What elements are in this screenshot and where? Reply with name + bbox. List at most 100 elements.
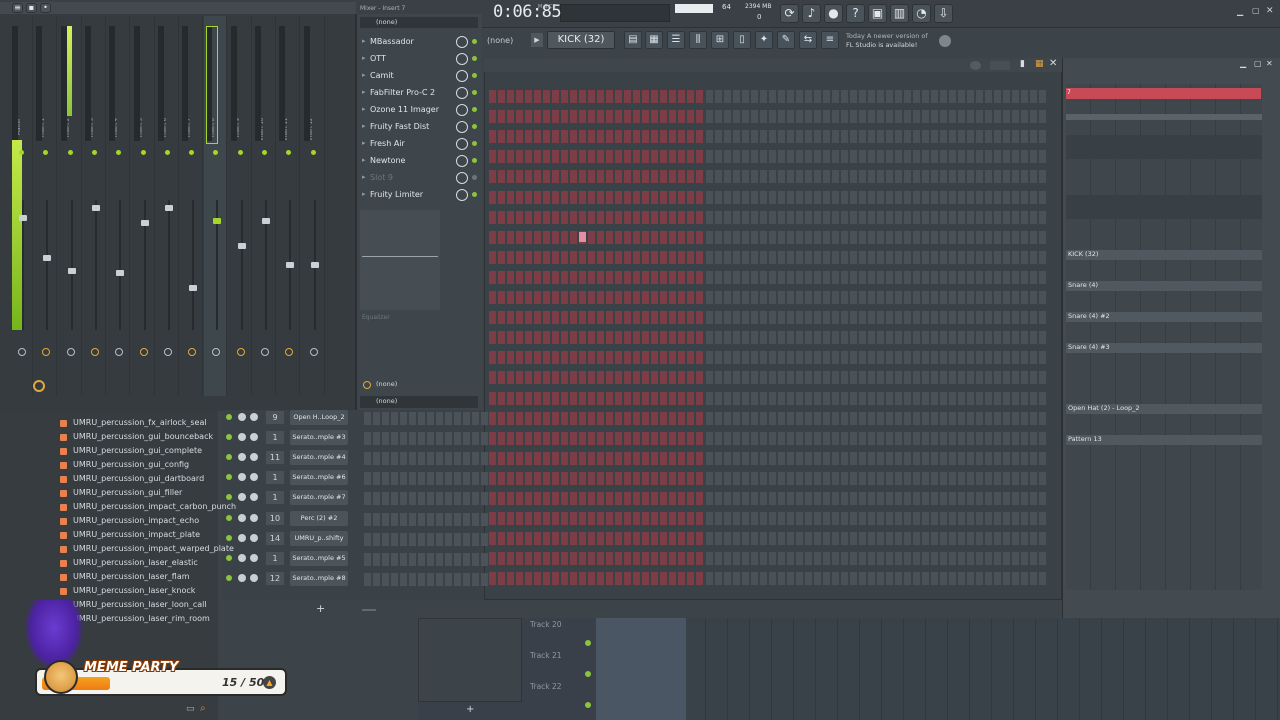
volume-fader[interactable] [116,270,125,276]
step-sequence[interactable] [489,150,705,164]
effect-slot[interactable]: ▸ Fruity Fast Dist [360,119,480,135]
effect-slot[interactable]: ▸ Fruity Limiter [360,187,480,203]
mix-knob-icon[interactable] [456,70,468,82]
mix-knob-icon[interactable] [456,189,468,201]
channel-volume-knob[interactable] [238,493,246,502]
strip-enable-led[interactable] [164,150,170,155]
effect-slot[interactable]: ▸ Ozone 11 Imager [360,102,480,118]
channel-pan-knob[interactable] [250,553,258,562]
step-sequence-left[interactable] [364,492,489,506]
browser-item[interactable]: UMRU_percussion_gui_complete [60,445,218,459]
brush-icon[interactable]: ✎ [777,31,795,49]
pin-icon[interactable]: • [40,3,51,13]
playlist-clip[interactable]: Pattern 13 [1066,435,1262,445]
close-icon[interactable]: ✕ [1049,58,1057,69]
step-sequence[interactable] [489,190,705,204]
step-sequence-empty[interactable] [706,411,1046,425]
channel-volume-knob[interactable] [238,413,246,421]
refresh-icon[interactable]: ⟳ [780,4,799,23]
plugin-picker-icon[interactable]: ⊞ [711,31,729,49]
track-enable-led[interactable] [585,671,591,677]
browser-item[interactable]: UMRU_percussion_gui_dartboard [60,473,218,487]
browser-item[interactable]: UMRU_percussion_laser_elastic [60,557,218,571]
link-icon[interactable]: ⇆ [799,31,817,49]
search-icon[interactable]: ⌕ [200,703,206,714]
channel-row[interactable]: 1 Serato..mple #3 [226,430,354,446]
note-icon[interactable]: ≡ [821,31,839,49]
step-sequence[interactable] [489,391,705,405]
pan-knob[interactable] [236,348,245,356]
step-sequence[interactable] [489,311,705,325]
channel-mute-led[interactable] [226,514,232,521]
mixer-icon[interactable]: ▥ [890,4,909,23]
channel-volume-knob[interactable] [238,433,246,442]
step-sequence-empty[interactable] [706,552,1046,566]
playlist-clip[interactable]: Snare (4) #3 [1066,343,1262,353]
step-sequence-empty[interactable] [706,351,1046,365]
step-sequence[interactable] [489,331,705,345]
effect-slot[interactable]: ▸ Slot 9 [360,170,480,186]
plugin-icon[interactable]: ✦ [755,31,773,49]
effect-slot[interactable]: ▸ OTT [360,51,480,67]
metronome-icon[interactable]: ♪ [802,4,821,23]
channel-mixer-route[interactable]: 11 [266,451,284,465]
channel-name-button[interactable]: Serato..mple #5 [290,550,348,566]
pan-knob[interactable] [139,348,148,356]
volume-fader[interactable] [286,262,295,268]
volume-fader[interactable] [164,205,173,211]
step-sequence-left[interactable] [364,512,489,526]
save-icon[interactable]: ▣ [868,4,887,23]
mix-knob-icon[interactable] [456,36,468,48]
step-sequence[interactable] [489,110,705,124]
channel-name-button[interactable]: Serato..mple #3 [290,430,348,446]
pan-knob[interactable] [90,348,99,356]
play-arrow-icon[interactable]: ▶ [531,33,543,47]
download-icon[interactable]: ⇩ [934,4,953,23]
channel-row[interactable]: 1 Serato..mple #6 [226,470,354,486]
effect-slot[interactable]: ▸ Newtone [360,153,480,169]
step-sequence-empty[interactable] [706,250,1046,264]
volume-fader[interactable] [189,285,198,291]
strip-enable-led[interactable] [19,150,24,155]
slot-enable-led[interactable] [472,73,477,78]
active-step[interactable] [579,232,586,242]
chevron-right-icon[interactable]: ▸ [362,139,366,147]
channel-row[interactable]: 9 Open H..Loop_2 [226,410,354,426]
strip-enable-led[interactable] [237,150,243,155]
channel-mute-led[interactable] [226,494,232,501]
pan-knob[interactable] [66,348,75,356]
step-sequence-left[interactable] [364,552,489,566]
help-icon[interactable]: ? [846,4,865,23]
step-sequence-empty[interactable] [706,230,1046,244]
step-sequence[interactable] [489,512,705,526]
channel-row[interactable]: 10 Perc (2) #2 [226,510,354,527]
browser-item[interactable]: UMRU_percussion_impact_warped_plate [60,543,234,557]
strip-enable-led[interactable] [310,150,316,155]
browser-item[interactable]: UMRU_percussion_gui_config [60,459,218,473]
channel-pan-knob[interactable] [250,473,258,482]
playlist-grid[interactable] [1066,84,1262,590]
volume-fader[interactable] [91,205,100,211]
step-sequence-left[interactable] [364,412,489,425]
minimize-icon[interactable]: ▁ [1237,7,1243,16]
slot-enable-led[interactable] [472,107,477,112]
mix-knob-icon[interactable] [456,53,468,65]
step-sequence[interactable] [489,90,705,103]
track-label[interactable]: Track 21 [530,651,562,660]
channel-row[interactable]: 12 Serato..mple #8 [226,570,354,587]
slot-enable-led[interactable] [472,192,477,197]
channel-row[interactable]: 1 Serato..mple #5 [226,550,354,567]
channel-filter-select[interactable] [990,61,1010,70]
scroll-handle[interactable] [362,609,376,611]
insert-input-select[interactable]: (none) [360,17,478,28]
step-sequence[interactable] [489,492,705,505]
volume-fader[interactable] [310,262,319,268]
slot-enable-led[interactable] [472,90,477,95]
channel-volume-knob[interactable] [238,573,246,582]
channel-name-button[interactable]: Open H..Loop_2 [290,410,348,425]
graph-icon[interactable]: ▮ [1020,59,1025,69]
chevron-right-icon[interactable]: ▸ [362,173,366,181]
channel-mixer-route[interactable]: 1 [266,431,284,445]
channel-mute-led[interactable] [226,414,232,420]
track-label[interactable]: Track 20 [530,620,562,629]
